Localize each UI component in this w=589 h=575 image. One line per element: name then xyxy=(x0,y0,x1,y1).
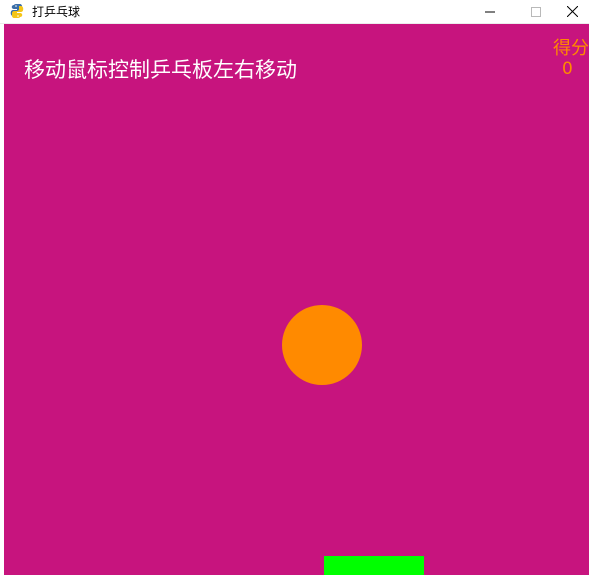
title-bar[interactable]: 打乒乓球 xyxy=(0,0,589,24)
snake-icon xyxy=(9,3,25,19)
close-icon xyxy=(566,6,578,17)
ball xyxy=(282,305,362,385)
game-window: 打乒乓球 移动鼠标控制乒乓板左右移动 得分 0 xyxy=(0,0,589,575)
close-button[interactable] xyxy=(555,0,589,23)
maximize-button[interactable] xyxy=(513,0,559,23)
minimize-button[interactable] xyxy=(467,0,513,23)
game-canvas[interactable]: 移动鼠标控制乒乓板左右移动 得分 0 xyxy=(4,24,589,575)
score-value: 0 xyxy=(562,59,573,79)
paddle[interactable] xyxy=(324,556,424,575)
window-title: 打乒乓球 xyxy=(32,5,81,19)
maximize-icon xyxy=(531,6,541,17)
instruction-text: 移动鼠标控制乒乓板左右移动 xyxy=(24,58,297,82)
score-label: 得分 xyxy=(553,38,589,59)
minimize-icon xyxy=(485,11,495,12)
